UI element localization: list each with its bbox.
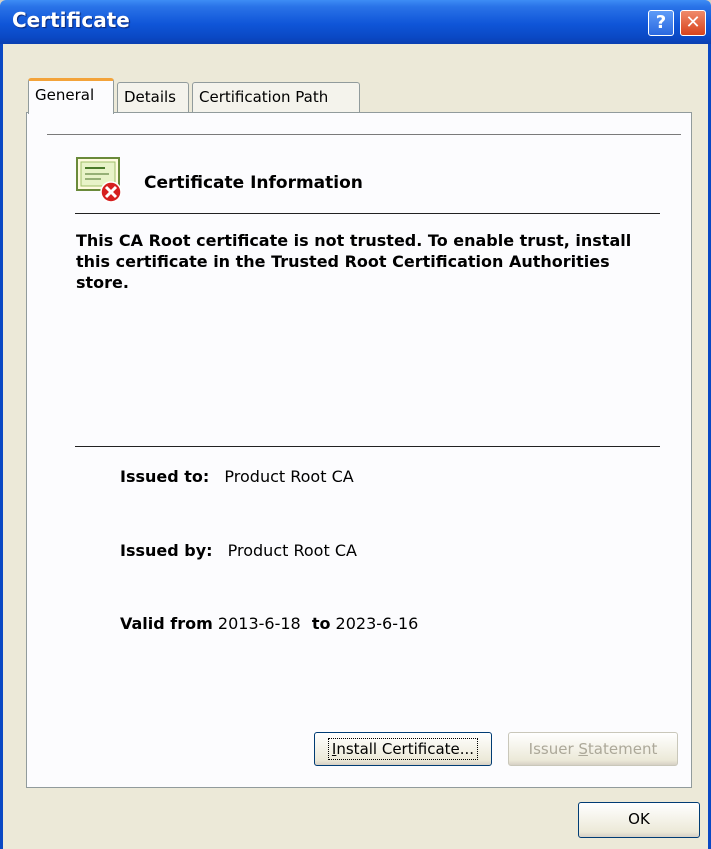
tab-certification-path[interactable]: Certification Path bbox=[192, 82, 360, 112]
install-certificate-button[interactable]: Install Certificate... bbox=[314, 732, 492, 766]
tab-general[interactable]: General bbox=[28, 78, 114, 114]
issued-to-row: Issued to: Product Root CA bbox=[120, 467, 354, 486]
valid-from-label: Valid from bbox=[120, 614, 213, 633]
valid-from-value: 2013-6-18 bbox=[217, 614, 301, 633]
issued-by-value: Product Root CA bbox=[227, 541, 357, 560]
valid-to-label: to bbox=[311, 614, 331, 633]
issued-to-label: Issued to: bbox=[120, 467, 210, 486]
title-bar[interactable]: Certificate ? ✕ bbox=[0, 0, 711, 44]
heading-divider bbox=[75, 213, 660, 214]
certificate-error-icon bbox=[76, 157, 122, 203]
issued-by-row: Issued by: Product Root CA bbox=[120, 541, 357, 560]
issuer-statement-button[interactable]: Issuer Statement bbox=[508, 732, 678, 766]
tab-details[interactable]: Details bbox=[117, 82, 189, 112]
issued-to-value: Product Root CA bbox=[224, 467, 354, 486]
certificate-info-heading: Certificate Information bbox=[144, 173, 363, 193]
certificate-info-box bbox=[47, 134, 681, 765]
valid-to-value: 2023-6-16 bbox=[335, 614, 419, 633]
details-divider bbox=[75, 446, 660, 447]
issued-by-label: Issued by: bbox=[120, 541, 213, 560]
trust-warning-text: This CA Root certificate is not trusted.… bbox=[76, 231, 632, 292]
window-title: Certificate bbox=[12, 8, 130, 32]
close-button[interactable]: ✕ bbox=[680, 10, 706, 36]
help-button[interactable]: ? bbox=[648, 10, 674, 36]
ok-button[interactable]: OK bbox=[578, 802, 700, 838]
validity-row: Valid from 2013-6-18 to 2023-6-16 bbox=[120, 614, 418, 633]
